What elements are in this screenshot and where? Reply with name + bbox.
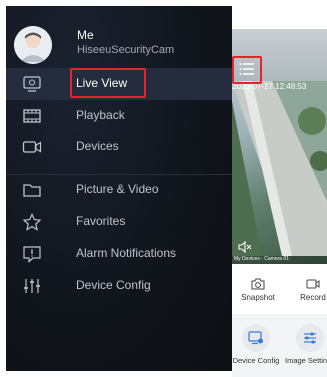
navigation-drawer: Me HiseeuSecurityCam Live View Playback …: [6, 6, 232, 371]
menu-item-favorites[interactable]: Favorites: [6, 206, 232, 238]
app-name: HiseeuSecurityCam: [77, 44, 175, 56]
camera-label: My Devices - Camera 01: [232, 256, 327, 264]
camera-icon: [22, 141, 42, 153]
menu-label-device-config: Device Config: [76, 278, 151, 292]
monitor-icon: [23, 76, 41, 92]
snapshot-button[interactable]: Snapshot: [233, 278, 283, 302]
menu-item-devices[interactable]: Devices: [6, 131, 232, 163]
user-name: Me: [77, 28, 94, 42]
image-settings-tile[interactable]: Image Settings: [284, 324, 327, 365]
menu-label-alarm-notifications: Alarm Notifications: [76, 246, 177, 260]
film-icon: [23, 109, 41, 123]
star-icon: [22, 213, 42, 231]
folder-icon: [23, 184, 41, 197]
record-label: Record: [300, 293, 326, 302]
menu-label-playback: Playback: [76, 108, 125, 122]
alert-icon: [23, 246, 41, 263]
menu-label-picture-video: Picture & Video: [76, 182, 159, 196]
video-scene: [232, 81, 327, 256]
live-view-panel: 2023-07-27 12:48:53 My Devices - Camera …: [232, 29, 327, 377]
menu-item-picture-video[interactable]: Picture & Video: [6, 174, 232, 206]
video-record-icon: [306, 279, 320, 289]
record-button[interactable]: Record: [288, 278, 327, 302]
avatar[interactable]: [14, 26, 52, 64]
image-settings-icon: [304, 332, 316, 344]
device-config-icon-wrap: [242, 324, 270, 352]
menu-button-highlight: [232, 56, 262, 84]
menu-item-playback[interactable]: Playback: [6, 100, 232, 132]
quick-tools-bar: Device Config Image Settings: [232, 314, 327, 377]
live-view-highlight: [70, 68, 146, 98]
user-profile[interactable]: Me HiseeuSecurityCam: [6, 6, 232, 66]
menu-item-alarm-notifications[interactable]: Alarm Notifications: [6, 238, 232, 270]
menu-item-device-config[interactable]: Device Config: [6, 270, 232, 302]
device-config-icon: [248, 331, 263, 345]
device-config-label: Device Config: [232, 356, 280, 365]
camera-outline-icon: [251, 278, 265, 290]
image-settings-icon-wrap: [296, 324, 324, 352]
mute-icon[interactable]: [238, 241, 252, 253]
menu-label-favorites: Favorites: [76, 214, 126, 228]
sliders-icon: [24, 279, 40, 293]
image-settings-label: Image Settings: [284, 356, 327, 365]
device-config-tile[interactable]: Device Config: [230, 324, 282, 365]
menu-label-devices: Devices: [76, 139, 119, 153]
snapshot-label: Snapshot: [241, 293, 275, 302]
